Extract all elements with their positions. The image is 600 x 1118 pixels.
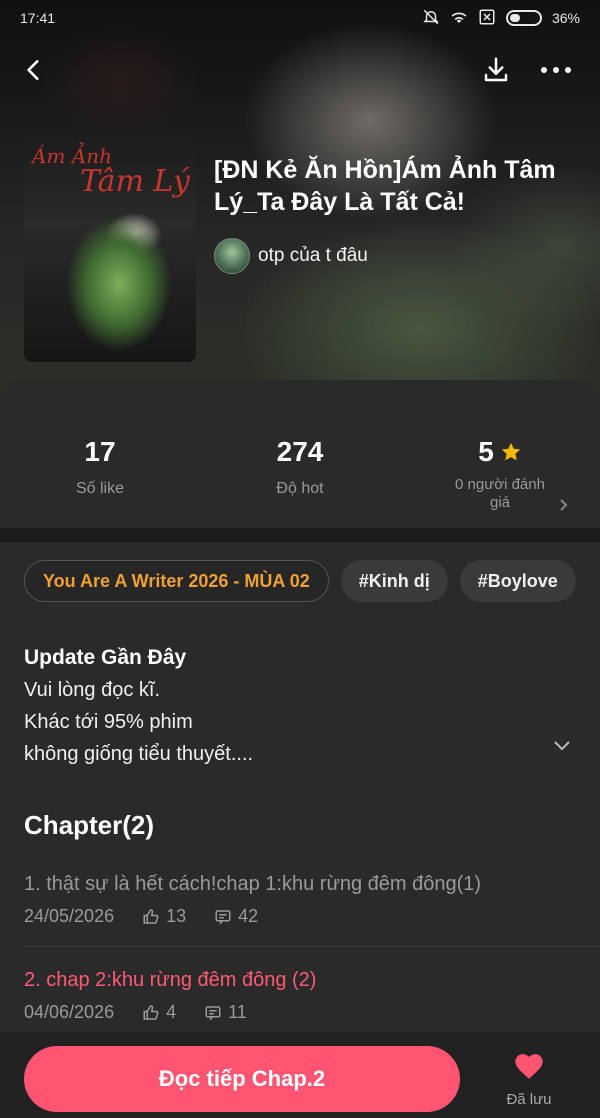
cover-title-line2: Tâm Lý bbox=[80, 164, 190, 199]
bottom-action-bar: Đọc tiếp Chap.2 Đã lưu bbox=[0, 1032, 600, 1118]
comment-icon bbox=[215, 909, 231, 924]
chapter-meta: 24/05/2026 13 42 bbox=[24, 906, 576, 927]
status-time: 17:41 bbox=[20, 10, 56, 26]
thumbs-up-icon bbox=[143, 1004, 159, 1020]
tag-list: You Are A Writer 2026 - MÙA 02 #Kinh dị … bbox=[24, 560, 576, 602]
status-icons: 36% bbox=[422, 8, 580, 29]
no-sim-icon bbox=[478, 8, 496, 29]
rating-value: 5 bbox=[478, 436, 494, 467]
chapter-comments: 11 bbox=[228, 1002, 247, 1022]
tag-boylove[interactable]: #Boylove bbox=[459, 560, 576, 602]
saved-button[interactable]: Đã lưu bbox=[494, 1050, 564, 1108]
chapter-date: 24/05/2026 bbox=[24, 906, 115, 926]
stat-hot: 274 Độ hot bbox=[200, 436, 400, 498]
book-cover[interactable]: Ám Ảnh Tâm Lý bbox=[24, 134, 196, 362]
update-title: Update Gần Đây bbox=[24, 646, 187, 669]
top-bar bbox=[0, 48, 600, 92]
thumbs-up-icon bbox=[143, 908, 159, 924]
stat-rating[interactable]: 5 0 người đánh giá bbox=[400, 436, 600, 512]
battery-level bbox=[509, 14, 520, 22]
stats-row: 17 Số like 274 Độ hot 5 0 người đánh giá bbox=[0, 410, 600, 530]
saved-label: Đã lưu bbox=[506, 1091, 552, 1108]
chapter-heading: Chapter(2) bbox=[24, 810, 155, 840]
expand-chevron-down-icon[interactable] bbox=[552, 738, 572, 757]
hot-value: 274 bbox=[276, 436, 324, 467]
likes-value: 17 bbox=[84, 436, 116, 467]
author-avatar bbox=[214, 238, 250, 274]
battery-icon bbox=[505, 10, 542, 26]
download-icon bbox=[484, 57, 508, 82]
section-divider bbox=[0, 528, 600, 542]
back-arrow-icon bbox=[27, 60, 39, 80]
comment-icon bbox=[205, 1005, 221, 1020]
chapter-likes: 4 bbox=[166, 1002, 177, 1022]
likes-label: Số like bbox=[75, 480, 125, 497]
chapter-date: 04/06/2026 bbox=[24, 1002, 115, 1022]
more-dots-icon bbox=[541, 67, 571, 73]
hot-label: Độ hot bbox=[276, 480, 324, 497]
tag-horror[interactable]: #Kinh dị bbox=[340, 560, 448, 602]
stat-likes: 17 Số like bbox=[0, 436, 200, 498]
chapter-separator bbox=[24, 946, 600, 947]
chapter-title: 2. chap 2:khu rừng đêm đông (2) bbox=[24, 969, 317, 991]
chapter-meta: 04/06/2026 4 11 bbox=[24, 1002, 576, 1023]
download-button[interactable] bbox=[474, 48, 518, 92]
chapter-title: 1. thật sự là hết cách!chap 1:khu rừng đ… bbox=[24, 873, 482, 895]
status-bar: 17:41 36% bbox=[0, 0, 600, 36]
continue-reading-button[interactable]: Đọc tiếp Chap.2 bbox=[24, 1046, 460, 1112]
chapter-item[interactable]: 1. thật sự là hết cách!chap 1:khu rừng đ… bbox=[24, 870, 576, 927]
tag-contest[interactable]: You Are A Writer 2026 - MÙA 02 bbox=[24, 560, 329, 602]
more-options-button[interactable] bbox=[534, 48, 578, 92]
update-section: Update Gần Đây Vui lòng đọc kĩ. Khác tới… bbox=[24, 642, 576, 770]
chapter-likes: 13 bbox=[166, 906, 187, 926]
content-panel: 17 Số like 274 Độ hot 5 0 người đánh giá… bbox=[0, 380, 600, 1118]
chapter-item[interactable]: 2. chap 2:khu rừng đêm đông (2) 04/06/20… bbox=[24, 966, 576, 1023]
author-name: otp của t đâu bbox=[258, 245, 368, 266]
battery-percent: 36% bbox=[551, 10, 580, 26]
update-line: Vui lòng đọc kĩ. bbox=[24, 679, 161, 701]
book-title: [ĐN Kẻ Ăn Hồn]Ám Ảnh Tâm Lý_Ta Đây Là Tấ… bbox=[214, 156, 556, 216]
chapter-comments: 42 bbox=[238, 906, 259, 926]
heart-icon bbox=[515, 1054, 543, 1079]
chevron-right-icon bbox=[558, 496, 570, 517]
star-icon bbox=[501, 442, 520, 461]
wifi-icon bbox=[450, 9, 468, 28]
back-button[interactable] bbox=[12, 48, 56, 92]
update-line: không giống tiểu thuyết.... bbox=[24, 743, 254, 765]
update-line: Khác tới 95% phim bbox=[24, 711, 193, 733]
bell-muted-icon bbox=[422, 8, 440, 29]
rating-label: 0 người đánh giá bbox=[455, 476, 545, 511]
author-link[interactable]: otp của t đâu bbox=[214, 238, 368, 274]
